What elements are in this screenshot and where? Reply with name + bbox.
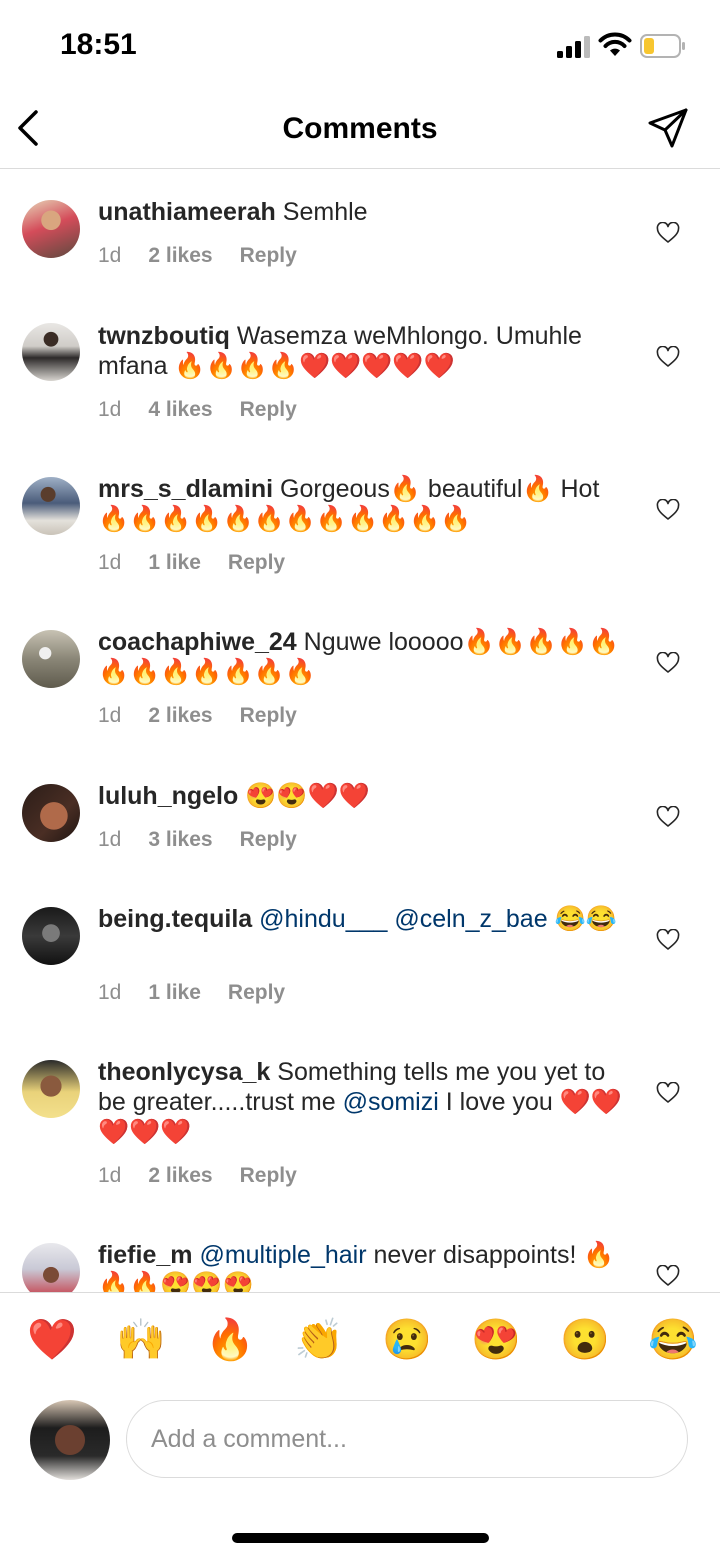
comment-mention[interactable]: @hindu___ xyxy=(259,905,387,933)
status-time: 18:51 xyxy=(60,28,137,61)
comment-time: 1d xyxy=(98,704,122,727)
avatar[interactable] xyxy=(22,200,80,258)
comment-meta: 1d 1 like Reply xyxy=(98,551,312,575)
heart-icon[interactable] xyxy=(656,1265,680,1287)
comment-meta: 1d 3 likes Reply xyxy=(98,828,324,852)
avatar[interactable] xyxy=(22,323,80,381)
reply-button[interactable]: Reply xyxy=(240,398,297,421)
avatar[interactable] xyxy=(22,1060,80,1118)
comment-text: mrs_s_dlamini Gorgeous🔥 beautiful🔥 Hot🔥🔥… xyxy=(98,474,628,534)
comment-username[interactable]: luluh_ngelo xyxy=(98,782,238,810)
heart-icon[interactable] xyxy=(656,929,680,951)
comment-mention[interactable]: @somizi xyxy=(343,1088,439,1116)
status-bar: 18:51 xyxy=(0,0,720,90)
avatar[interactable] xyxy=(22,784,80,842)
battery-icon xyxy=(640,34,685,58)
reply-button[interactable]: Reply xyxy=(240,704,297,727)
cellular-signal-icon xyxy=(557,36,590,58)
comment-likes[interactable]: 2 likes xyxy=(148,1164,212,1187)
quick-emoji-surprised[interactable]: 😮 xyxy=(560,1315,610,1365)
comment-username[interactable]: fiefie_m xyxy=(98,1241,192,1269)
quick-emoji-laughing[interactable]: 😂 xyxy=(648,1315,698,1365)
reply-button[interactable]: Reply xyxy=(228,981,285,1004)
comment-meta: 1d 2 likes Reply xyxy=(98,244,324,268)
reply-button[interactable]: Reply xyxy=(240,1164,297,1187)
reply-button[interactable]: Reply xyxy=(228,551,285,574)
comment-time: 1d xyxy=(98,1164,122,1187)
comment-text: twnzboutiq Wasemza weMhlongo. Umuhle mfa… xyxy=(98,321,628,381)
quick-emoji-heart[interactable]: ❤️ xyxy=(27,1315,77,1365)
comment-body: Semhle xyxy=(282,198,368,226)
reply-button[interactable]: Reply xyxy=(240,828,297,851)
avatar[interactable] xyxy=(22,477,80,535)
comment-text: unathiameerah Semhle xyxy=(98,197,628,227)
comment-text: coachaphiwe_24 Nguwe looooo🔥🔥🔥🔥🔥🔥🔥🔥🔥🔥🔥🔥 xyxy=(98,627,628,687)
comment-mention[interactable]: @multiple_hair xyxy=(199,1241,366,1269)
quick-emoji-bar: ❤️ 🙌 🔥 👏 😢 😍 😮 😂 xyxy=(0,1292,720,1393)
quick-emoji-heart-eyes[interactable]: 😍 xyxy=(471,1315,521,1365)
heart-icon[interactable] xyxy=(656,346,680,368)
home-indicator xyxy=(232,1533,489,1543)
comment-username[interactable]: mrs_s_dlamini xyxy=(98,475,273,503)
quick-emoji-fire[interactable]: 🔥 xyxy=(205,1315,255,1365)
comment-username[interactable]: twnzboutiq xyxy=(98,322,230,350)
comment-input[interactable] xyxy=(126,1400,688,1478)
comment-username[interactable]: theonlycysa_k xyxy=(98,1058,270,1086)
comments-list: unathiameerah Semhle 1d 2 likes Reply twnz… xyxy=(0,169,720,1292)
comment-time: 1d xyxy=(98,551,122,574)
send-direct-icon[interactable] xyxy=(646,106,690,150)
comment-body: 😍😍❤️❤️ xyxy=(245,782,370,810)
comment-meta: 1d 2 likes Reply xyxy=(98,1164,324,1188)
comment-username[interactable]: being.tequila xyxy=(98,905,252,933)
comment-text: luluh_ngelo 😍😍❤️❤️ xyxy=(98,781,628,811)
comment-composer xyxy=(0,1398,720,1488)
comment-likes[interactable]: 1 like xyxy=(148,551,201,574)
quick-emoji-raised-hands[interactable]: 🙌 xyxy=(116,1315,166,1365)
avatar[interactable] xyxy=(22,630,80,688)
comment-likes[interactable]: 4 likes xyxy=(148,398,212,421)
comment-time: 1d xyxy=(98,244,122,267)
comment-body: 😂😂 xyxy=(554,905,617,933)
heart-icon[interactable] xyxy=(656,499,680,521)
quick-emoji-crying[interactable]: 😢 xyxy=(382,1315,432,1365)
heart-icon[interactable] xyxy=(656,652,680,674)
wifi-icon xyxy=(598,32,632,56)
current-user-avatar xyxy=(30,1400,110,1480)
heart-icon[interactable] xyxy=(656,806,680,828)
comment-likes[interactable]: 3 likes xyxy=(148,828,212,851)
reply-button[interactable]: Reply xyxy=(240,244,297,267)
comment-time: 1d xyxy=(98,398,122,421)
page-title: Comments xyxy=(282,112,438,145)
comment-time: 1d xyxy=(98,828,122,851)
comment-time: 1d xyxy=(98,981,122,1004)
comment-username[interactable]: unathiameerah xyxy=(98,198,276,226)
comments-header: Comments xyxy=(0,90,720,169)
comment-text: theonlycysa_k Something tells me you yet… xyxy=(98,1057,628,1147)
comment-meta: 1d 1 like Reply xyxy=(98,981,312,1005)
avatar[interactable] xyxy=(22,1243,80,1292)
comment-text: being.tequila @hindu___ @celn_z_bae 😂😂 xyxy=(98,904,628,934)
comment-text: fiefie_m @multiple_hair never disappoint… xyxy=(98,1240,628,1292)
comment-meta: 1d 4 likes Reply xyxy=(98,398,324,422)
comment-likes[interactable]: 2 likes xyxy=(148,244,212,267)
comment-mention[interactable]: @celn_z_bae xyxy=(394,905,547,933)
quick-emoji-clap[interactable]: 👏 xyxy=(294,1315,344,1365)
comment-likes[interactable]: 2 likes xyxy=(148,704,212,727)
comment-likes[interactable]: 1 like xyxy=(148,981,201,1004)
comment-meta: 1d 2 likes Reply xyxy=(98,704,324,728)
comment-username[interactable]: coachaphiwe_24 xyxy=(98,628,297,656)
avatar[interactable] xyxy=(22,907,80,965)
heart-icon[interactable] xyxy=(656,222,680,244)
heart-icon[interactable] xyxy=(656,1082,680,1104)
